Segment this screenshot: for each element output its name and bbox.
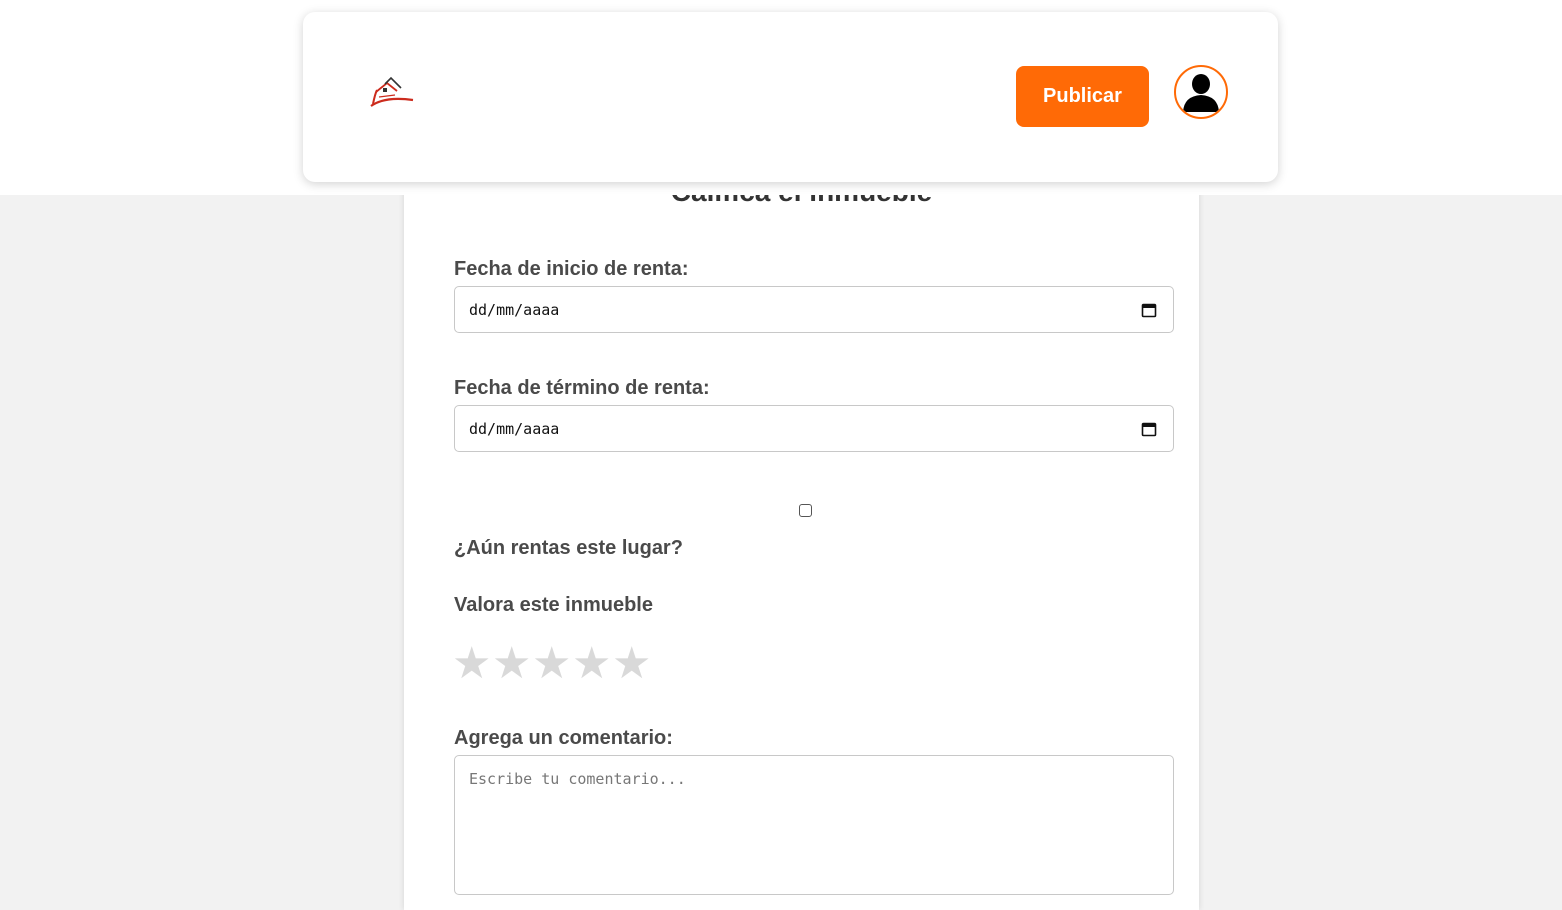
end-date-input[interactable]: dd/mm/aaaa bbox=[454, 405, 1174, 452]
publish-button[interactable]: Publicar bbox=[1016, 66, 1149, 127]
user-avatar[interactable] bbox=[1174, 65, 1228, 119]
star-icon-5[interactable]: ★ bbox=[612, 642, 652, 686]
star-icon-2[interactable]: ★ bbox=[492, 642, 532, 686]
user-avatar-icon bbox=[1183, 74, 1219, 112]
top-bar: Publicar bbox=[0, 0, 1562, 195]
start-date-input[interactable]: dd/mm/aaaa bbox=[454, 286, 1174, 333]
start-date-label: Fecha de inicio de renta: bbox=[454, 258, 689, 280]
calendar-icon[interactable] bbox=[1141, 421, 1157, 437]
house-logo-icon[interactable] bbox=[367, 72, 415, 110]
star-rating[interactable]: ★ ★ ★ ★ ★ bbox=[452, 642, 652, 686]
star-icon-4[interactable]: ★ bbox=[572, 642, 612, 686]
end-date-label: Fecha de término de renta: bbox=[454, 377, 710, 399]
still-renting-checkbox[interactable] bbox=[799, 504, 812, 517]
end-date-value: dd/mm/aaaa bbox=[469, 420, 560, 438]
header-card: Publicar bbox=[303, 12, 1278, 182]
comment-textarea[interactable] bbox=[454, 755, 1174, 895]
star-icon-3[interactable]: ★ bbox=[532, 642, 572, 686]
start-date-value: dd/mm/aaaa bbox=[469, 301, 560, 319]
still-renting-label: ¿Aún rentas este lugar? bbox=[454, 537, 683, 559]
calendar-icon[interactable] bbox=[1141, 302, 1157, 318]
comment-label: Agrega un comentario: bbox=[454, 727, 673, 749]
star-icon-1[interactable]: ★ bbox=[452, 642, 492, 686]
rating-label: Valora este inmueble bbox=[454, 594, 653, 616]
rating-form-card: Califica el inmueble Fecha de inicio de … bbox=[404, 150, 1199, 910]
